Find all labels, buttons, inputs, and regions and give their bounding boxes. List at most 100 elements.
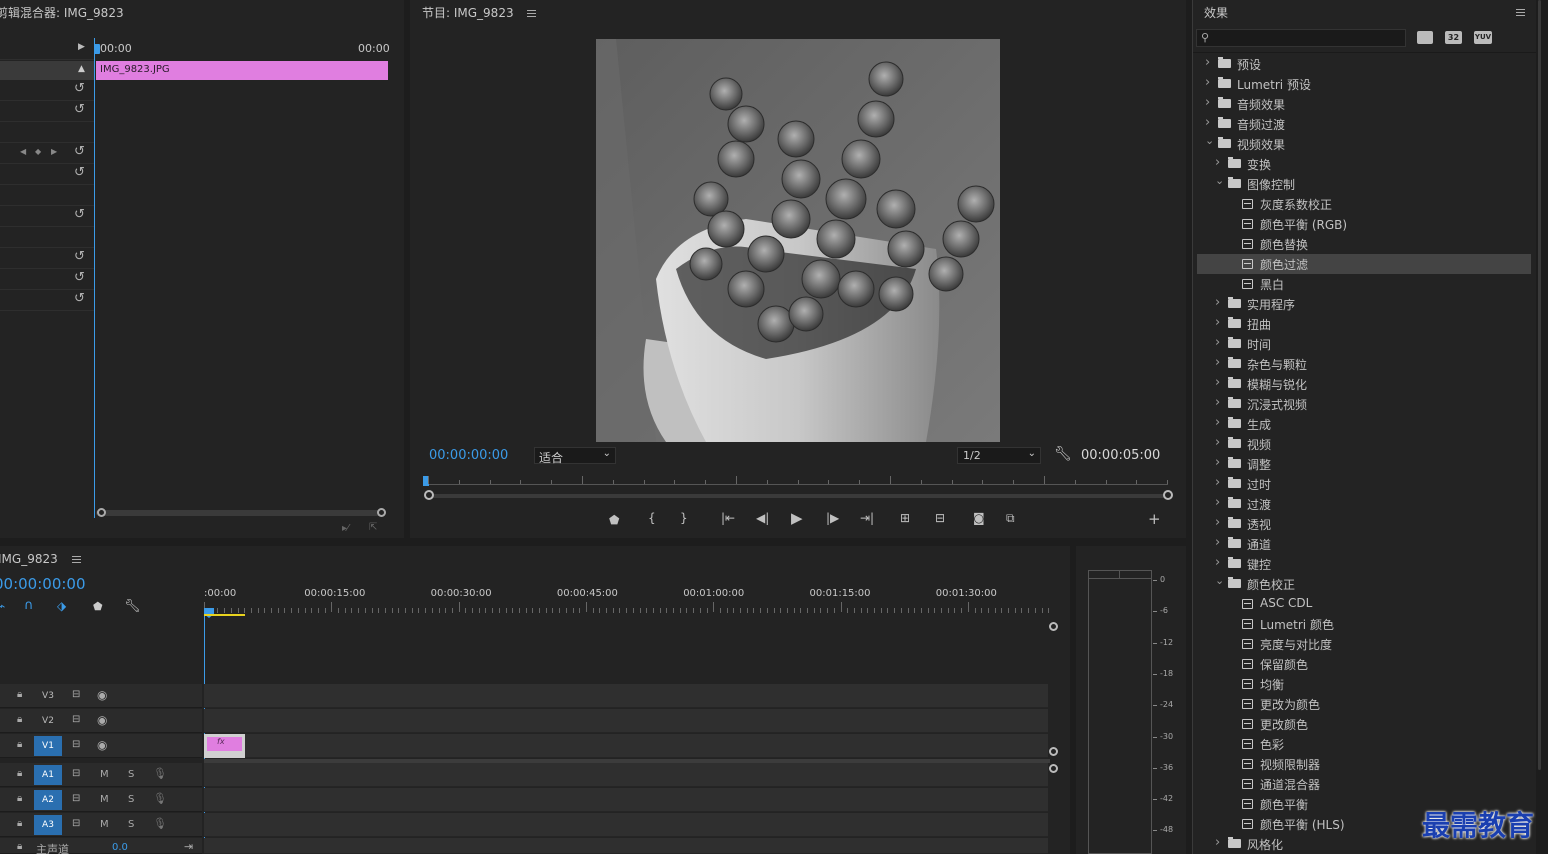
ec-zoom-handle-left[interactable] — [97, 508, 106, 517]
collapse-icon[interactable]: ▲ — [78, 64, 85, 74]
chevron-right-icon[interactable]: › — [1215, 515, 1220, 530]
effects-tree-item[interactable]: › 透视 — [1197, 514, 1531, 534]
track-header-a1[interactable]: 🔒︎ A1 ⊟ M S 🎙︎ — [0, 763, 202, 787]
effects-tree-item[interactable]: 黑白 — [1197, 274, 1531, 294]
effects-tree-item[interactable]: ⌄ 颜色校正 — [1197, 574, 1531, 594]
zoom-handle-right[interactable] — [1163, 490, 1173, 500]
effects-tree-item[interactable]: 均衡 — [1197, 674, 1531, 694]
effects-tree-item[interactable]: › 视频 — [1197, 434, 1531, 454]
eye-icon[interactable]: ◉ — [97, 738, 107, 752]
mute-button[interactable]: M — [100, 794, 109, 805]
track-header-a3[interactable]: 🔒︎ A3 ⊟ M S 🎙︎ — [0, 813, 202, 837]
chevron-right-icon[interactable]: › — [1215, 415, 1220, 430]
go-to-out-icon[interactable]: ⇥| — [860, 511, 874, 525]
eye-icon[interactable]: ◉ — [97, 688, 107, 702]
add-marker-icon[interactable]: ⬟ — [609, 513, 619, 527]
next-keyframe-icon[interactable]: ▶ — [51, 147, 57, 156]
track-target-v3[interactable]: V3 — [34, 686, 62, 706]
effects-tree-item[interactable]: › 杂色与颗粒 — [1197, 354, 1531, 374]
effects-tree-item[interactable]: 通道混合器 — [1197, 774, 1531, 794]
nest-icon[interactable]: ⌁ — [0, 599, 5, 613]
microphone-icon[interactable]: 🎙︎ — [153, 767, 167, 780]
linked-selection-icon[interactable]: ⬗ — [57, 599, 66, 613]
track-target-a3[interactable]: A3 — [34, 815, 62, 835]
effects-tree-item[interactable]: › 变换 — [1197, 154, 1531, 174]
ec-zoom-scrollbar[interactable] — [96, 510, 386, 516]
track-lane-v2[interactable] — [204, 709, 1048, 733]
track-lane-a2[interactable] — [204, 788, 1048, 812]
peak-indicator-right[interactable] — [1120, 571, 1152, 579]
ec-clip-row[interactable]: ▲ — [0, 61, 94, 80]
chevron-right-icon[interactable]: › — [1205, 115, 1210, 130]
chevron-right-icon[interactable]: › — [1205, 75, 1210, 90]
play-only-icon[interactable]: ▶ — [78, 42, 85, 52]
effects-scrollbar[interactable] — [1538, 0, 1541, 770]
chevron-right-icon[interactable]: › — [1215, 355, 1220, 370]
chevron-right-icon[interactable]: › — [1215, 555, 1220, 570]
snap-icon[interactable]: ∩ — [24, 598, 34, 613]
export-audio-icon[interactable]: ▸⁄ — [342, 523, 349, 534]
track-lane-v3[interactable] — [204, 684, 1048, 708]
panel-menu-icon[interactable] — [527, 10, 537, 17]
audio-zoom-handle-top[interactable] — [1049, 764, 1058, 773]
chevron-right-icon[interactable]: › — [1215, 335, 1220, 350]
effects-tree-item[interactable]: 颜色平衡 (RGB) — [1197, 214, 1531, 234]
wrench-icon[interactable]: 🔧︎ — [1054, 446, 1072, 462]
video-zoom-handle-top[interactable] — [1049, 622, 1058, 631]
work-area-bar[interactable] — [204, 614, 245, 616]
effects-tree-item[interactable]: 更改为颜色 — [1197, 694, 1531, 714]
effects-tree-item[interactable]: › 音频效果 — [1197, 94, 1531, 114]
effects-tree-item[interactable]: 色彩 — [1197, 734, 1531, 754]
solo-button[interactable]: S — [128, 769, 134, 780]
accelerated-effects-icon[interactable] — [1417, 31, 1433, 44]
sync-lock-icon[interactable]: ⊟ — [72, 714, 80, 725]
master-volume[interactable]: 0.0 — [112, 842, 128, 853]
solo-button[interactable]: S — [128, 819, 134, 830]
time-ruler[interactable] — [428, 484, 1168, 485]
compare-icon[interactable]: ⧉ — [1006, 511, 1015, 526]
mute-button[interactable]: M — [100, 769, 109, 780]
track-target-v1[interactable]: V1 — [34, 736, 62, 756]
effects-tree-item[interactable]: › 时间 — [1197, 334, 1531, 354]
add-button-icon[interactable]: + — [1148, 510, 1161, 528]
reset-icon[interactable]: ↺ — [74, 81, 85, 96]
effects-tree-item[interactable]: 灰度系数校正 — [1197, 194, 1531, 214]
effects-tree-item[interactable]: 保留颜色 — [1197, 654, 1531, 674]
reset-icon[interactable]: ↺ — [74, 270, 85, 285]
chevron-down-icon[interactable]: ⌄ — [1215, 574, 1224, 587]
lock-icon[interactable]: 🔒︎ — [17, 739, 22, 750]
track-target-a2[interactable]: A2 — [34, 790, 62, 810]
go-to-end-icon[interactable]: ⇥ — [184, 840, 193, 853]
effects-tree-item[interactable]: › 过时 — [1197, 474, 1531, 494]
chevron-right-icon[interactable]: › — [1205, 95, 1210, 110]
effects-tree-item[interactable]: › Lumetri 预设 — [1197, 74, 1531, 94]
track-lane-master[interactable] — [204, 838, 1048, 854]
lock-icon[interactable]: 🔒︎ — [17, 841, 22, 852]
microphone-icon[interactable]: 🎙︎ — [153, 817, 167, 830]
lock-icon[interactable]: 🔒︎ — [17, 714, 22, 725]
chevron-right-icon[interactable]: › — [1215, 495, 1220, 510]
effects-tree-item[interactable]: › 键控 — [1197, 554, 1531, 574]
effects-tree-item[interactable]: 颜色替换 — [1197, 234, 1531, 254]
effects-tree-item[interactable]: › 沉浸式视频 — [1197, 394, 1531, 414]
step-forward-icon[interactable]: |▶ — [826, 511, 839, 525]
timeline-timecode[interactable]: 00:00:00:00 — [0, 575, 86, 593]
lift-icon[interactable]: ⊞ — [900, 511, 910, 525]
effects-tree-item[interactable]: › 实用程序 — [1197, 294, 1531, 314]
sync-lock-icon[interactable]: ⊟ — [72, 689, 80, 700]
panel-menu-icon[interactable] — [71, 556, 81, 563]
effects-tree-item[interactable]: › 生成 — [1197, 414, 1531, 434]
effects-tree-item[interactable]: › 音频过渡 — [1197, 114, 1531, 134]
sync-lock-icon[interactable]: ⊟ — [72, 739, 80, 750]
step-back-icon[interactable]: ◀| — [756, 511, 769, 525]
track-header-v2[interactable]: 🔒︎ V2 ⊟ ◉ — [0, 709, 202, 733]
monitor-zoom-bar[interactable] — [428, 494, 1168, 498]
track-lane-a1[interactable] — [204, 763, 1048, 787]
prev-keyframe-icon[interactable]: ◀ — [20, 147, 26, 156]
chevron-down-icon[interactable]: ⌄ — [1205, 134, 1214, 147]
lock-icon[interactable]: 🔒︎ — [17, 793, 22, 804]
effects-tree-item[interactable]: ⌄ 视频效果 — [1197, 134, 1531, 154]
timeline-tab[interactable]: IMG_9823 — [0, 552, 81, 566]
fit-dropdown[interactable]: 适合 ⌄ — [534, 447, 616, 465]
chevron-right-icon[interactable]: › — [1215, 535, 1220, 550]
